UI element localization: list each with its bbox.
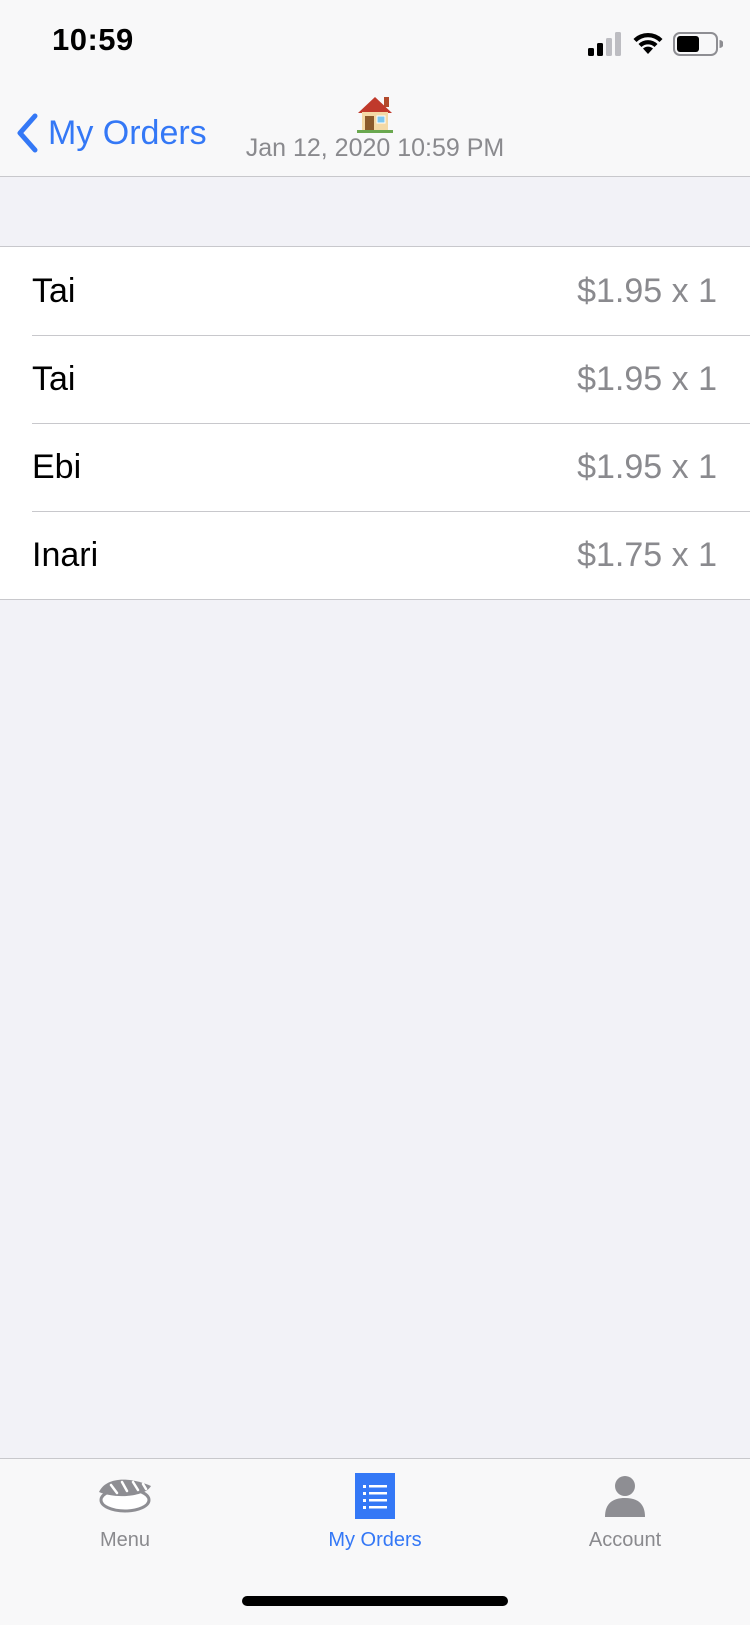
home-indicator[interactable] — [242, 1596, 508, 1606]
back-button[interactable]: My Orders — [14, 110, 207, 156]
tab-account[interactable]: Account — [500, 1459, 750, 1557]
sushi-icon — [99, 1479, 151, 1513]
order-datetime: Jan 12, 2020 10:59 PM — [245, 134, 505, 162]
item-price-quantity: $1.95 x 1 — [577, 448, 717, 486]
item-price-quantity: $1.95 x 1 — [577, 360, 717, 398]
order-items-list: Tai $1.95 x 1 Tai $1.95 x 1 Ebi $1.95 x … — [0, 246, 750, 600]
wifi-icon — [633, 32, 663, 54]
item-name: Tai — [32, 272, 76, 310]
list-item[interactable]: Ebi $1.95 x 1 — [0, 423, 750, 511]
battery-icon — [673, 32, 723, 56]
cellular-signal-icon — [588, 32, 621, 56]
list-item[interactable]: Tai $1.95 x 1 — [0, 335, 750, 423]
back-button-label: My Orders — [48, 113, 207, 152]
list-item[interactable]: Tai $1.95 x 1 — [0, 247, 750, 335]
item-name: Tai — [32, 360, 76, 398]
list-item[interactable]: Inari $1.75 x 1 — [0, 511, 750, 599]
item-price-quantity: $1.95 x 1 — [577, 272, 717, 310]
person-icon — [605, 1476, 645, 1517]
item-price-quantity: $1.75 x 1 — [577, 536, 717, 574]
navigation-bar: My Orders Jan 12, 2020 10:59 PM — [0, 88, 750, 177]
tab-label: Account — [588, 1529, 662, 1551]
order-list-icon — [355, 1473, 395, 1519]
item-name: Inari — [32, 536, 99, 574]
tab-menu[interactable]: Menu — [0, 1459, 250, 1557]
status-time: 10:59 — [52, 22, 134, 57]
nav-title-area: Jan 12, 2020 10:59 PM — [230, 92, 520, 163]
house-icon — [357, 97, 393, 133]
tab-my-orders[interactable]: My Orders — [250, 1459, 500, 1557]
status-bar: 10:59 — [0, 0, 750, 88]
chevron-left-icon — [17, 113, 38, 153]
item-name: Ebi — [32, 448, 82, 486]
tab-label: Menu — [99, 1529, 151, 1551]
tab-label: My Orders — [328, 1529, 422, 1551]
